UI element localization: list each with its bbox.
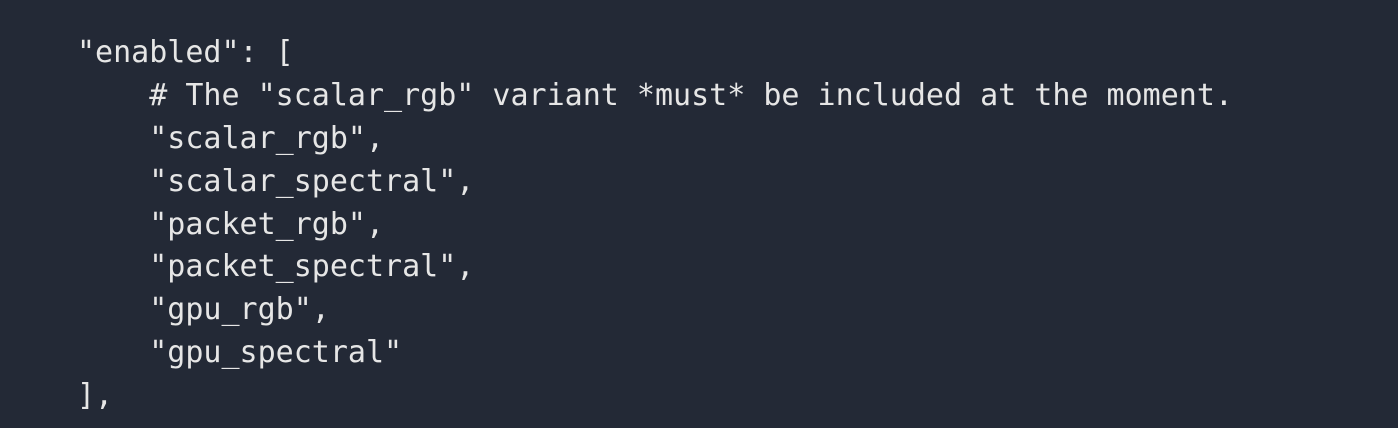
code-line: "scalar_rgb",	[77, 120, 385, 156]
code-line: "gpu_spectral"	[77, 335, 403, 371]
code-line: "enabled": [	[77, 35, 294, 70]
code-line: "packet_spectral",	[77, 249, 475, 285]
code-comment-line: # The "scalar_rgb" variant *must* be inc…	[77, 77, 1233, 113]
code-line: "scalar_spectral",	[77, 163, 475, 199]
code-line: "gpu_rgb",	[77, 292, 330, 328]
code-block: "enabled": [ # The "scalar_rgb" variant …	[77, 32, 1233, 418]
code-line: "packet_rgb",	[77, 206, 385, 242]
code-line: ],	[77, 378, 114, 414]
